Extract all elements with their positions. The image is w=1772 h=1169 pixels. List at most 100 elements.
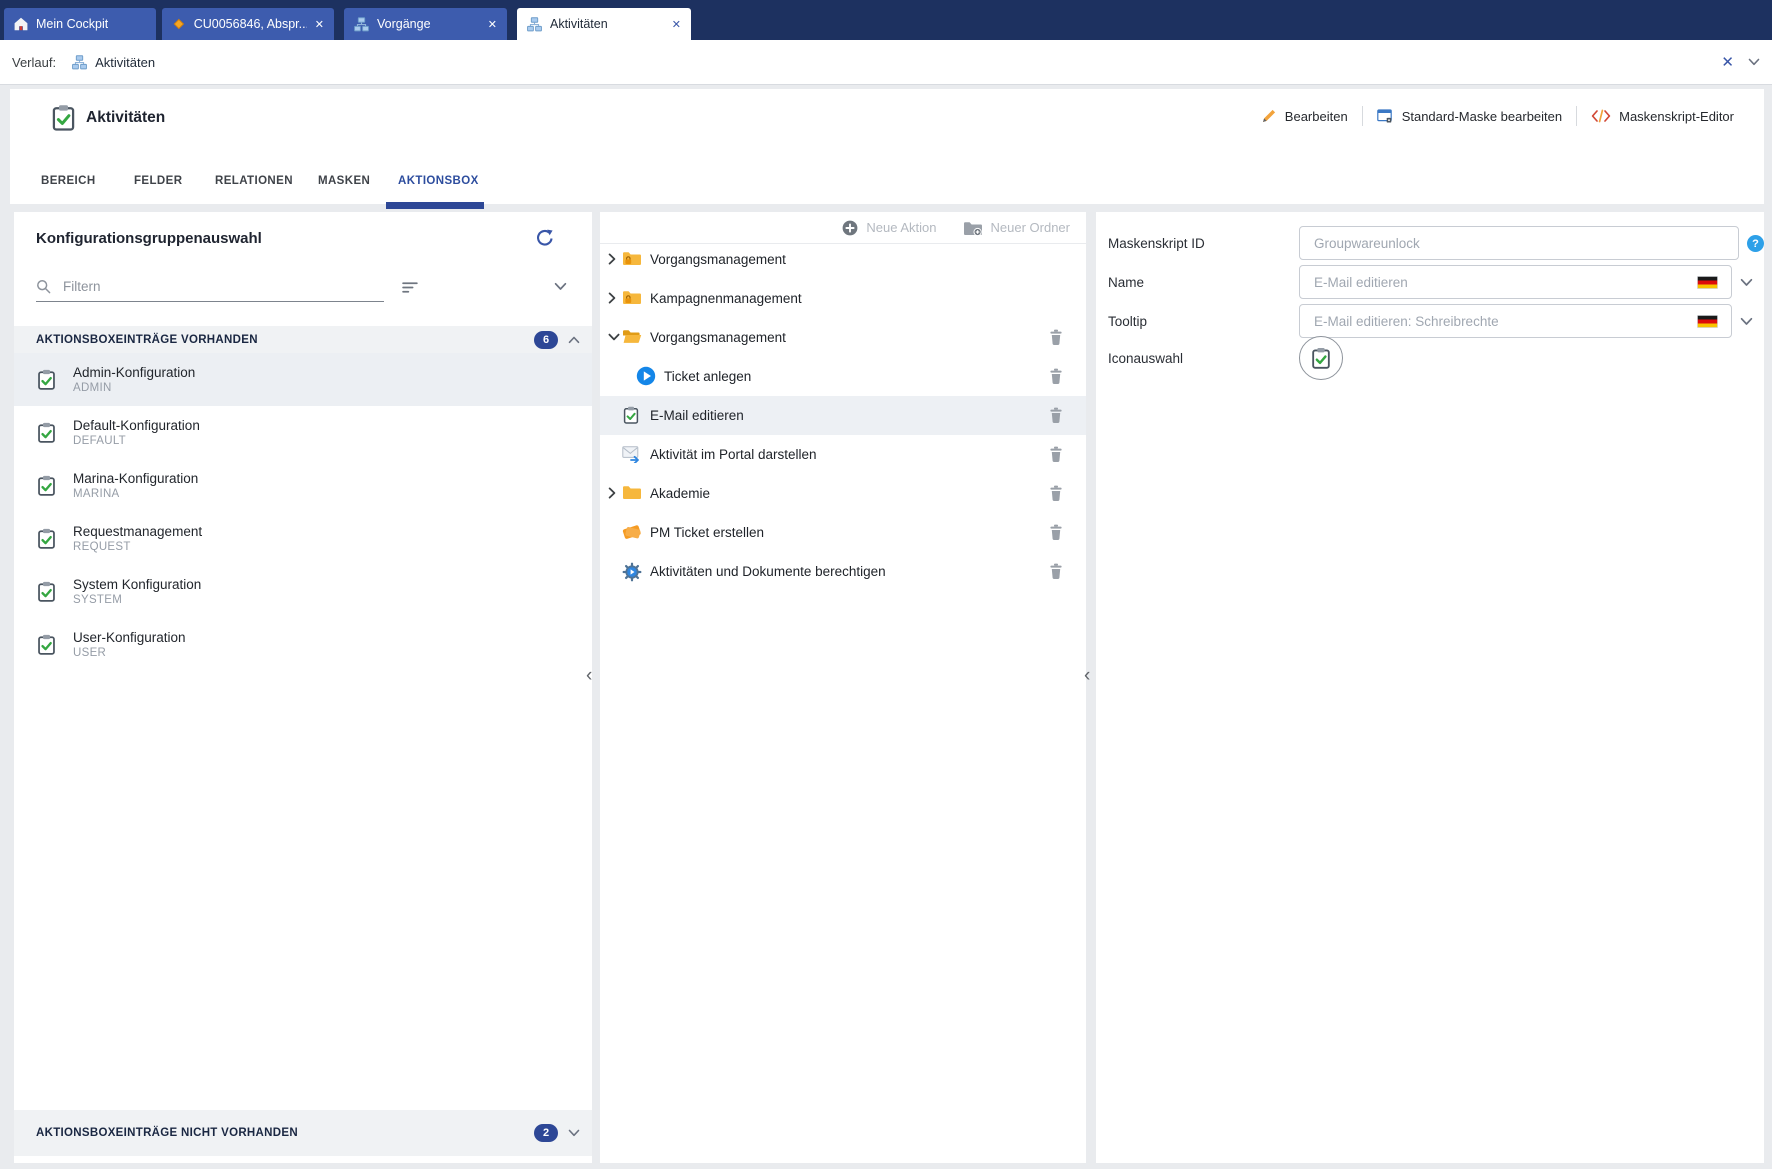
german-flag-icon xyxy=(1697,315,1718,328)
separator xyxy=(1361,106,1363,126)
history-bar: Verlauf: Aktivitäten ✕ xyxy=(0,40,1772,85)
tab-bereich[interactable]: BEREICH xyxy=(41,175,96,187)
config-item-system[interactable]: System Konfiguration SYSTEM xyxy=(14,565,592,618)
delete-icon[interactable] xyxy=(1048,446,1064,463)
chevron-down-icon[interactable] xyxy=(608,333,620,341)
separator xyxy=(1576,106,1578,126)
new-action-button[interactable]: Neue Aktion xyxy=(842,220,937,236)
window-gear-icon xyxy=(1377,108,1394,124)
tab-mein-cockpit[interactable]: Mein Cockpit xyxy=(4,8,156,40)
tree-node-action[interactable]: Aktivitäten und Dokumente berechtigen xyxy=(600,552,1086,591)
clipboard-check-icon xyxy=(622,406,640,424)
filter-dropdown-icon[interactable] xyxy=(554,282,567,291)
delete-icon[interactable] xyxy=(1048,485,1064,502)
chevron-down-icon[interactable] xyxy=(568,1129,580,1137)
section-entries-available[interactable]: AKTIONSBOXEINTRÄGE VORHANDEN 6 xyxy=(14,326,592,353)
german-flag-icon xyxy=(1697,276,1718,289)
history-dropdown-icon[interactable] xyxy=(1748,58,1760,66)
mask-script-id-label: Maskenskript ID xyxy=(1108,236,1205,251)
config-item-default[interactable]: Default-Konfiguration DEFAULT xyxy=(14,406,592,459)
delete-icon[interactable] xyxy=(1048,524,1064,541)
tree-node-folder[interactable]: Akademie xyxy=(600,474,1086,513)
tree-node-action-selected[interactable]: E-Mail editieren xyxy=(600,396,1086,435)
tab-felder[interactable]: FELDER xyxy=(134,175,182,187)
diamond-icon xyxy=(172,17,186,31)
folder-plus-icon xyxy=(963,220,983,236)
icon-select-label: Iconauswahl xyxy=(1108,351,1184,366)
tab-vorgaenge[interactable]: Vorgänge ✕ xyxy=(344,8,507,40)
application-window: Mein Cockpit CU0056846, Abspr... ✕ Vorgä… xyxy=(0,0,1772,1169)
tab-relationen[interactable]: RELATIONEN xyxy=(215,175,293,187)
collapse-middle-panel-handle[interactable]: ‹ xyxy=(1084,666,1090,685)
chevron-right-icon[interactable] xyxy=(608,487,616,499)
tree-node-folder-open[interactable]: Vorgangsmanagement xyxy=(600,318,1086,357)
filter-field xyxy=(36,272,384,302)
mask-script-editor-button[interactable]: Maskenskript-Editor xyxy=(1591,109,1734,124)
close-tab-icon[interactable]: ✕ xyxy=(480,18,497,31)
mail-forward-icon xyxy=(622,445,642,463)
sort-icon[interactable] xyxy=(402,281,419,294)
tree-node-folder[interactable]: Vorgangsmanagement xyxy=(600,240,1086,279)
tree-node-action[interactable]: PM Ticket erstellen xyxy=(600,513,1086,552)
mask-script-id-input[interactable] xyxy=(1299,226,1739,260)
config-item-marina[interactable]: Marina-Konfiguration MARINA xyxy=(14,459,592,512)
tab-aktionsbox[interactable]: AKTIONSBOX xyxy=(398,175,479,187)
tab-masken[interactable]: MASKEN xyxy=(318,175,370,187)
locked-folder-icon xyxy=(622,289,642,305)
row-menu-icon[interactable] xyxy=(562,425,570,441)
tooltip-language-dropdown-icon[interactable] xyxy=(1740,317,1753,326)
config-item-request[interactable]: Requestmanagement REQUEST xyxy=(14,512,592,565)
row-menu-icon[interactable] xyxy=(562,584,570,600)
clipboard-check-icon xyxy=(36,422,57,443)
tooltip-input[interactable] xyxy=(1299,304,1732,338)
delete-icon[interactable] xyxy=(1048,329,1064,346)
row-menu-icon[interactable] xyxy=(562,478,570,494)
sitemap-icon xyxy=(354,17,369,32)
close-tab-icon[interactable]: ✕ xyxy=(664,18,681,31)
filter-input[interactable] xyxy=(61,278,384,295)
clipboard-check-icon xyxy=(36,369,57,390)
delete-icon[interactable] xyxy=(1048,563,1064,580)
count-badge: 6 xyxy=(534,330,558,349)
window-tab-bar: Mein Cockpit CU0056846, Abspr... ✕ Vorgä… xyxy=(0,0,1772,40)
collapse-left-panel-handle[interactable]: ‹ xyxy=(586,666,592,685)
row-menu-icon[interactable] xyxy=(562,531,570,547)
tree-node-action[interactable]: Ticket anlegen xyxy=(600,357,1086,396)
name-language-dropdown-icon[interactable] xyxy=(1740,278,1753,287)
folder-icon xyxy=(622,484,642,500)
edit-standard-mask-button[interactable]: Standard-Maske bearbeiten xyxy=(1377,108,1562,124)
name-input[interactable] xyxy=(1299,265,1732,299)
clipboard-check-icon xyxy=(36,634,57,655)
help-icon[interactable]: ? xyxy=(1747,235,1764,252)
refresh-icon[interactable] xyxy=(534,229,553,248)
history-item-aktivitaeten[interactable]: Aktivitäten xyxy=(95,55,155,70)
close-tab-icon[interactable]: ✕ xyxy=(307,18,324,31)
tab-aktivitaeten[interactable]: Aktivitäten ✕ xyxy=(517,8,691,40)
row-menu-icon[interactable] xyxy=(562,372,570,388)
play-circle-icon xyxy=(636,366,656,386)
config-item-user[interactable]: User-Konfiguration USER xyxy=(14,618,592,671)
delete-icon[interactable] xyxy=(1048,407,1064,424)
history-close-icon[interactable]: ✕ xyxy=(1721,53,1734,71)
edit-button[interactable]: Bearbeiten xyxy=(1261,108,1348,124)
row-menu-icon[interactable] xyxy=(562,637,570,653)
chevron-right-icon[interactable] xyxy=(608,292,616,304)
code-icon xyxy=(1591,109,1611,123)
tree-node-folder[interactable]: Kampagnenmanagement xyxy=(600,279,1086,318)
new-folder-button[interactable]: Neuer Ordner xyxy=(963,220,1070,236)
name-label: Name xyxy=(1108,275,1145,290)
config-item-admin[interactable]: Admin-Konfiguration ADMIN xyxy=(14,353,592,406)
section-entries-missing[interactable]: AKTIONSBOXEINTRÄGE NICHT VORHANDEN 2 xyxy=(14,1110,592,1156)
active-tab-underline xyxy=(386,202,484,209)
gear-play-icon xyxy=(622,562,642,582)
config-panel-title: Konfigurationsgruppenauswahl xyxy=(36,230,262,247)
tab-cu0056846[interactable]: CU0056846, Abspr... ✕ xyxy=(162,8,334,40)
pencil-icon xyxy=(1261,108,1277,124)
page-title: Aktivitäten xyxy=(86,109,166,126)
chevron-up-icon[interactable] xyxy=(568,336,580,344)
delete-icon[interactable] xyxy=(1048,368,1064,385)
configuration-group-panel: Konfigurationsgruppenauswahl AKTIONSBOXE… xyxy=(14,212,592,1163)
tree-node-action[interactable]: Aktivität im Portal darstellen xyxy=(600,435,1086,474)
chevron-right-icon[interactable] xyxy=(608,253,616,265)
icon-picker-button[interactable] xyxy=(1299,336,1343,380)
